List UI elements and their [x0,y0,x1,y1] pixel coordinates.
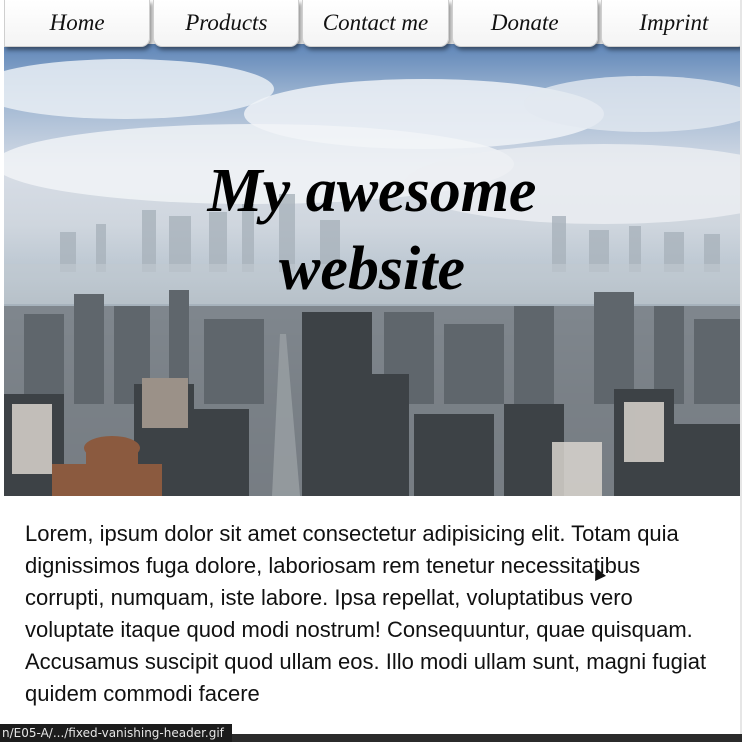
hero-title-line-2: website [279,235,465,303]
nav-contact-me[interactable]: Contact me [302,0,449,47]
nav-imprint[interactable]: Imprint [600,0,740,47]
status-bar-url: n/E05-A/.../fixed-vanishing-header.gif [0,724,232,742]
hero-banner: My awesome website [4,44,740,496]
nav-donate[interactable]: Donate [451,0,598,47]
nav-home[interactable]: Home [4,0,151,47]
browser-viewport: My awesome website Home Products Contact… [4,0,740,734]
navigation-bar: Home Products Contact me Donate Imprint [4,0,740,50]
hero-title-line-1: My awesome [207,157,537,225]
body-paragraph: Lorem, ipsum dolor sit amet consectetur … [25,521,707,706]
hero-title: My awesome website [4,152,740,308]
nav-products[interactable]: Products [153,0,300,47]
